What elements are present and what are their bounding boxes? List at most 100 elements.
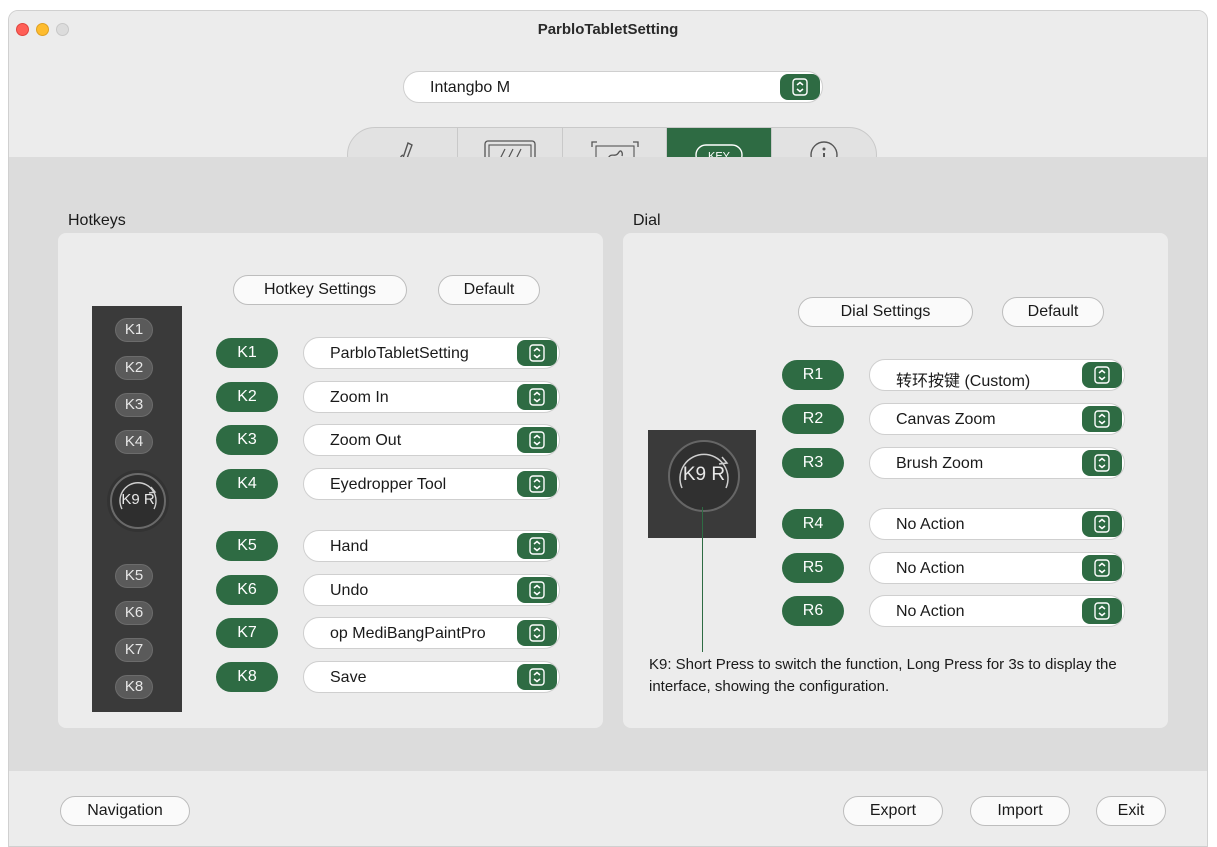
device-select-value: Intangbo M [430, 79, 511, 96]
strip-key-k8: K8 [115, 675, 153, 699]
hotkey-stepper[interactable] [517, 427, 557, 453]
hotkey-select-k3[interactable]: Zoom Out [303, 424, 560, 456]
dial-select-r5[interactable]: No Action [869, 552, 1125, 584]
hotkey-select-k1[interactable]: ParbloTabletSetting [303, 337, 560, 369]
hotkey-select-value: ParbloTabletSetting [330, 345, 469, 362]
strip-key-k1: K1 [115, 318, 153, 342]
hotkey-badge-k6: K6 [216, 575, 278, 605]
dial-select-r6[interactable]: No Action [869, 595, 1125, 627]
hotkey-select-k2[interactable]: Zoom In [303, 381, 560, 413]
hotkey-stepper[interactable] [517, 577, 557, 603]
dial-stepper[interactable] [1082, 450, 1122, 476]
dial-badge-r1: R1 [782, 360, 844, 390]
dial-select-r2[interactable]: Canvas Zoom [869, 403, 1125, 435]
strip-key-k5: K5 [115, 564, 153, 588]
hotkey-stepper[interactable] [517, 664, 557, 690]
dial-select-value: No Action [896, 516, 965, 533]
dial-stepper[interactable] [1082, 555, 1122, 581]
hotkey-select-k8[interactable]: Save [303, 661, 560, 693]
up-down-chevron-icon [1094, 366, 1110, 384]
up-down-chevron-icon [1094, 602, 1110, 620]
hotkey-stepper[interactable] [517, 384, 557, 410]
dial-default-button[interactable]: Default [1002, 297, 1104, 327]
dial-help-note: K9: Short Press to switch the function, … [649, 656, 1117, 695]
up-down-chevron-icon [1094, 410, 1110, 428]
up-down-chevron-icon [529, 431, 545, 449]
strip-key-k2: K2 [115, 356, 153, 380]
dial-k9: K9 R [668, 440, 740, 512]
dial-badge-r6: R6 [782, 596, 844, 626]
dial-select-r3[interactable]: Brush Zoom [869, 447, 1125, 479]
hotkey-stepper[interactable] [517, 340, 557, 366]
up-down-chevron-icon [529, 668, 545, 686]
hotkeys-section-label: Hotkeys [68, 212, 126, 229]
hotkey-badge-k2: K2 [216, 382, 278, 412]
hotkey-select-value: op MediBangPaintPro [330, 625, 486, 642]
up-down-chevron-icon [1094, 515, 1110, 533]
hotkey-default-button[interactable]: Default [438, 275, 540, 305]
strip-key-k7: K7 [115, 638, 153, 662]
dial-select-r4[interactable]: No Action [869, 508, 1125, 540]
hotkey-settings-button[interactable]: Hotkey Settings [233, 275, 407, 305]
device-select[interactable]: Intangbo M [403, 71, 823, 103]
up-down-chevron-icon [1094, 559, 1110, 577]
device-select-stepper[interactable] [780, 74, 820, 100]
navigation-button[interactable]: Navigation [60, 796, 190, 826]
hotkey-badge-k3: K3 [216, 425, 278, 455]
up-down-chevron-icon [529, 537, 545, 555]
exit-button[interactable]: Exit [1096, 796, 1166, 826]
hotkey-badge-k8: K8 [216, 662, 278, 692]
hotkey-badge-k7: K7 [216, 618, 278, 648]
dial-stepper[interactable] [1082, 598, 1122, 624]
dial-stepper[interactable] [1082, 406, 1122, 432]
footer-bar: Navigation Export Import Exit [9, 771, 1207, 846]
up-down-chevron-icon [529, 388, 545, 406]
import-button[interactable]: Import [970, 796, 1070, 826]
dial-select-r1[interactable]: 转环按键 (Custom) [869, 359, 1125, 391]
dial-stepper[interactable] [1082, 362, 1122, 388]
strip-key-k4: K4 [115, 430, 153, 454]
hotkey-stepper[interactable] [517, 471, 557, 497]
hotkey-select-value: Save [330, 669, 367, 686]
hotkey-stepper[interactable] [517, 533, 557, 559]
dial-stepper[interactable] [1082, 511, 1122, 537]
dial-badge-r3: R3 [782, 448, 844, 478]
up-down-chevron-icon [529, 624, 545, 642]
strip-dial-k9: K9 R [110, 473, 166, 529]
up-down-chevron-icon [529, 344, 545, 362]
hotkey-stepper[interactable] [517, 620, 557, 646]
hotkey-select-value: Undo [330, 582, 369, 599]
dial-panel: Dial Settings Default K9 R R1 转环按键 (Cust… [623, 233, 1168, 728]
hotkeys-panel: Hotkey Settings Default K1 K2 K3 K4 K9 R… [58, 233, 603, 728]
dial-select-value: Brush Zoom [896, 455, 984, 472]
dial-select-value: No Action [896, 560, 965, 577]
dial-badge-r4: R4 [782, 509, 844, 539]
title-bar: ParbloTabletSetting [9, 11, 1207, 49]
up-down-chevron-icon [792, 78, 808, 96]
dial-settings-button[interactable]: Dial Settings [798, 297, 973, 327]
dial-select-value: No Action [896, 603, 965, 620]
dial-badge-r5: R5 [782, 553, 844, 583]
strip-key-k6: K6 [115, 601, 153, 625]
up-down-chevron-icon [529, 475, 545, 493]
toolbar-area: Intangbo M KEY [9, 49, 1207, 183]
up-down-chevron-icon [529, 581, 545, 599]
dial-badge-r2: R2 [782, 404, 844, 434]
dial-section-label: Dial [633, 212, 661, 229]
window-title: ParbloTabletSetting [537, 21, 679, 38]
hotkey-select-k5[interactable]: Hand [303, 530, 560, 562]
dial-pointer-line [702, 507, 703, 652]
tablet-key-strip: K1 K2 K3 K4 K9 R K5 K6 K7 K8 [92, 306, 182, 712]
content-area: Hotkeys Dial Hotkey Settings Default K1 … [9, 157, 1207, 771]
hotkey-select-value: Hand [330, 538, 369, 555]
dial-select-value: 转环按键 (Custom) [896, 373, 1031, 390]
hotkey-select-k4[interactable]: Eyedropper Tool [303, 468, 560, 500]
app-window: ParbloTabletSetting Intangbo M KEY [8, 10, 1208, 847]
hotkey-select-k6[interactable]: Undo [303, 574, 560, 606]
export-button[interactable]: Export [843, 796, 943, 826]
strip-key-k3: K3 [115, 393, 153, 417]
hotkey-badge-k5: K5 [216, 531, 278, 561]
hotkey-select-value: Zoom Out [330, 432, 402, 449]
hotkey-select-value: Zoom In [330, 389, 389, 406]
hotkey-select-k7[interactable]: op MediBangPaintPro [303, 617, 560, 649]
